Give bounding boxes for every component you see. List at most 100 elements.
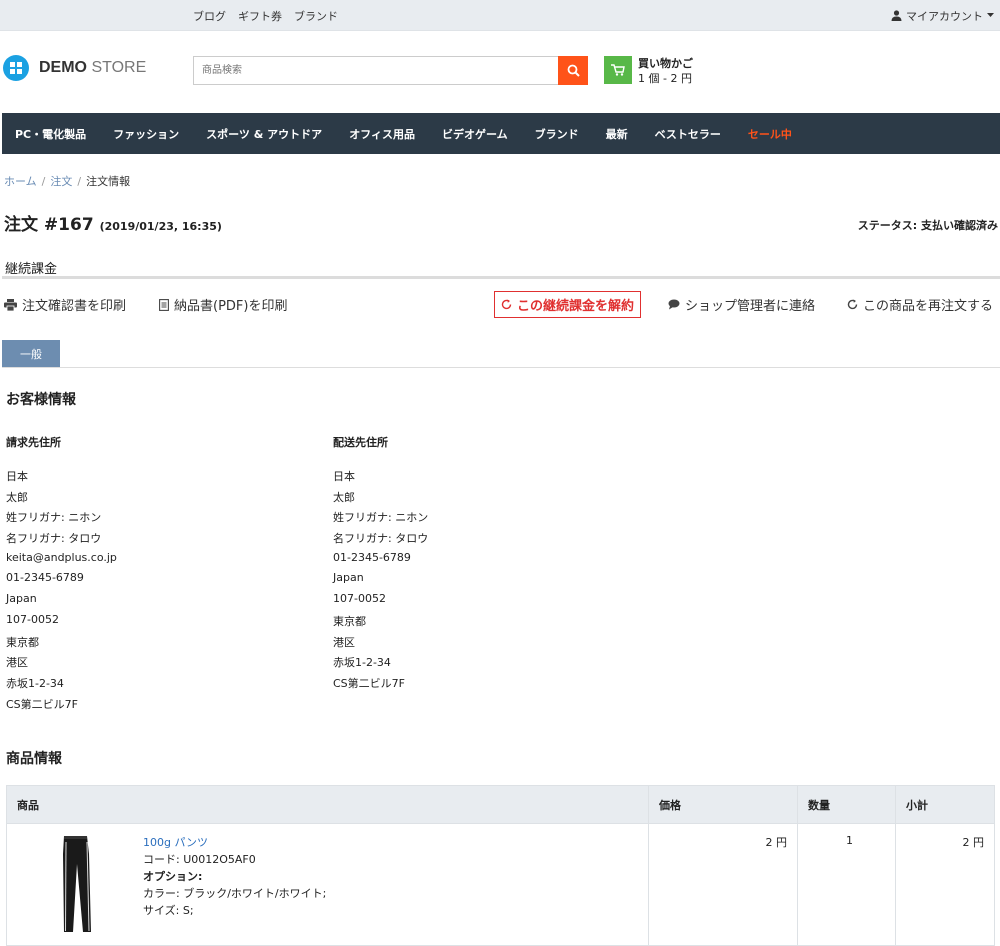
- order-date: (2019/01/23, 16:35): [99, 220, 222, 233]
- product-code: コード: U0012O5AF0: [143, 853, 256, 866]
- shipping-line: 赤坂1-2-34: [333, 656, 391, 670]
- billing-line: 赤坂1-2-34: [6, 676, 64, 690]
- cancel-subscription-button[interactable]: この継続課金を解約: [494, 291, 642, 318]
- billing-line: 01-2345-6789: [6, 571, 84, 585]
- billing-line: 港区: [6, 656, 28, 670]
- order-actions: 注文確認書を印刷 納品書(PDF)を印刷 この継続課金を解約 ショップ管理者に連…: [4, 290, 1000, 318]
- column-header-price: 価格: [648, 785, 798, 824]
- reorder-button[interactable]: この商品を再注文する: [847, 295, 993, 314]
- shipping-line: 名フリガナ: タロウ: [333, 532, 429, 546]
- print-confirmation-label: 注文確認書を印刷: [22, 299, 127, 314]
- nav-item-newest[interactable]: 最新: [606, 126, 628, 142]
- breadcrumb-orders[interactable]: 注文: [50, 175, 72, 188]
- page-title: 注文 #167 (2019/01/23, 16:35): [4, 210, 222, 235]
- refresh-icon: [847, 299, 858, 310]
- shipping-address: 配送先住所 日本 太郎 姓フリガナ: ニホン 名フリガナ: タロウ 01-234…: [333, 434, 633, 696]
- shipping-address-heading: 配送先住所: [333, 436, 388, 449]
- cart-widget[interactable]: 買い物かご 1 個 - 2 円: [604, 56, 693, 86]
- product-name-link[interactable]: 100g パンツ: [143, 834, 326, 851]
- product-options-label: オプション:: [143, 870, 203, 883]
- user-icon: [891, 10, 902, 21]
- divider: [2, 276, 1000, 279]
- breadcrumb-separator: /: [77, 175, 82, 188]
- tab-general[interactable]: 一般: [2, 340, 60, 367]
- contact-admin-button[interactable]: ショップ管理者に連絡: [668, 295, 815, 314]
- shipping-line: 港区: [333, 635, 355, 649]
- print-confirmation-button[interactable]: 注文確認書を印刷: [4, 295, 126, 314]
- search-bar: [193, 56, 588, 85]
- chat-icon: [668, 299, 680, 310]
- shipping-line: 東京都: [333, 614, 366, 628]
- shipping-line: 太郎: [333, 490, 355, 504]
- breadcrumb-home[interactable]: ホーム: [4, 175, 37, 188]
- shipping-line: 107-0052: [333, 592, 386, 606]
- table-header-row: 商品 価格 数量 小計: [6, 785, 995, 824]
- shipping-line: CS第二ビル7F: [333, 676, 405, 690]
- shipping-line: 01-2345-6789: [333, 550, 411, 564]
- reorder-label: この商品を再注文する: [863, 299, 994, 314]
- product-details: 100g パンツ コード: U0012O5AF0 オプション: カラー: ブラッ…: [143, 834, 326, 934]
- nav-item-videogames[interactable]: ビデオゲーム: [442, 126, 508, 142]
- billing-line: Japan: [6, 592, 37, 606]
- top-link-blog[interactable]: ブログ: [193, 8, 226, 24]
- subscription-label: 継続課金: [5, 262, 58, 277]
- breadcrumb-current: 注文情報: [86, 175, 131, 188]
- product-subtotal: 2 円: [895, 823, 995, 946]
- cart-text: 買い物かご 1 個 - 2 円: [638, 56, 693, 86]
- order-status: ステータス: 支払い確認済み: [857, 219, 998, 232]
- nav-item-office[interactable]: オフィス用品: [349, 126, 415, 142]
- top-link-brand[interactable]: ブランド: [294, 8, 338, 24]
- search-icon: [567, 64, 580, 77]
- product-info-title: 商品情報: [6, 751, 62, 767]
- product-table: 商品 価格 数量 小計 100g パンツ コード: U0012O5AF0 オプシ…: [6, 785, 995, 946]
- billing-line: 107-0052: [6, 612, 59, 626]
- product-option-size: サイズ: S;: [143, 904, 194, 917]
- search-button[interactable]: [558, 56, 588, 85]
- top-links: ブログ ギフト券 ブランド: [193, 0, 338, 31]
- main-nav: PC・電化製品 ファッション スポーツ & アウトドア オフィス用品 ビデオゲー…: [2, 113, 1000, 154]
- billing-line: 日本: [6, 470, 28, 483]
- search-input[interactable]: [193, 56, 558, 85]
- nav-item-bestsellers[interactable]: ベストセラー: [655, 126, 721, 142]
- shipping-line: Japan: [333, 571, 364, 585]
- billing-line: keita@andplus.co.jp: [6, 550, 117, 564]
- billing-line: 太郎: [6, 490, 28, 504]
- tab-divider: [2, 367, 1000, 368]
- product-cell: 100g パンツ コード: U0012O5AF0 オプション: カラー: ブラッ…: [6, 823, 649, 946]
- logo-icon: [3, 55, 29, 81]
- print-invoice-label: 納品書(PDF)を印刷: [174, 299, 288, 314]
- nav-item-sale[interactable]: セール中: [748, 126, 792, 142]
- store-logo[interactable]: DEMO STORE: [3, 55, 146, 81]
- column-header-qty: 数量: [797, 785, 896, 824]
- customer-info-title: お客様情報: [6, 392, 76, 408]
- nav-item-fashion[interactable]: ファッション: [113, 126, 179, 142]
- shipping-line: 日本: [333, 470, 355, 483]
- cart-icon: [604, 56, 632, 84]
- column-header-subtotal: 小計: [895, 785, 995, 824]
- cart-title: 買い物かご: [638, 57, 693, 70]
- nav-item-brands[interactable]: ブランド: [535, 126, 579, 142]
- cancel-subscription-label: この継続課金を解約: [517, 299, 635, 314]
- caret-down-icon: [987, 13, 994, 17]
- product-qty: 1: [797, 823, 896, 946]
- contact-admin-label: ショップ管理者に連絡: [685, 299, 816, 314]
- breadcrumb-separator: /: [41, 175, 46, 188]
- document-icon: [159, 298, 169, 311]
- printer-icon: [4, 298, 17, 311]
- order-number: 注文 #167: [4, 215, 94, 235]
- breadcrumb: ホーム / 注文 / 注文情報: [4, 173, 130, 189]
- billing-line: 名フリガナ: タロウ: [6, 532, 102, 546]
- product-thumbnail[interactable]: [17, 834, 143, 934]
- nav-item-sports[interactable]: スポーツ & アウトドア: [206, 126, 322, 142]
- nav-item-electronics[interactable]: PC・電化製品: [15, 126, 86, 142]
- top-link-gift[interactable]: ギフト券: [238, 8, 282, 24]
- billing-address: 請求先住所 日本 太郎 姓フリガナ: ニホン 名フリガナ: タロウ keita@…: [6, 434, 306, 716]
- my-account-menu[interactable]: マイアカウント: [891, 0, 994, 31]
- top-bar: ブログ ギフト券 ブランド マイアカウント: [0, 0, 1000, 31]
- shipping-line: 姓フリガナ: ニホン: [333, 511, 429, 525]
- column-header-product: 商品: [6, 785, 649, 824]
- table-row: 100g パンツ コード: U0012O5AF0 オプション: カラー: ブラッ…: [6, 823, 995, 946]
- print-invoice-button[interactable]: 納品書(PDF)を印刷: [159, 295, 287, 314]
- product-price: 2 円: [648, 823, 798, 946]
- product-option-color: カラー: ブラック/ホワイト/ホワイト;: [143, 887, 327, 900]
